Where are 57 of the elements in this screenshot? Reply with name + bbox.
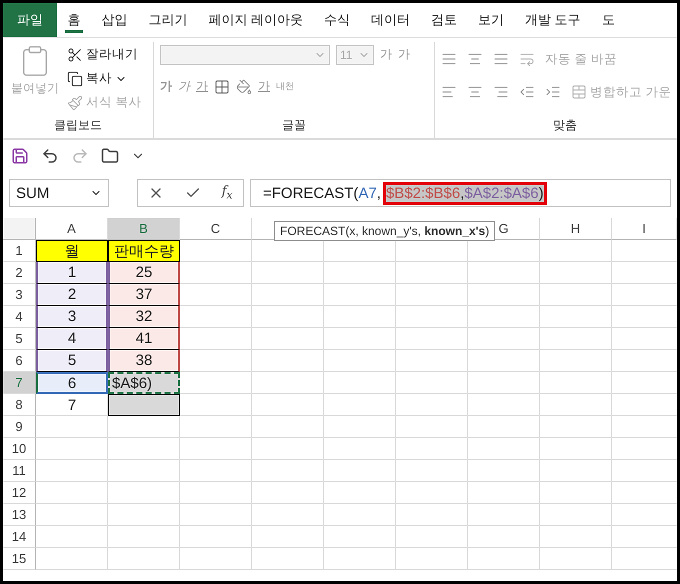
borders-icon[interactable] [214,78,230,94]
ribbon-tab[interactable]: 삽입 [91,3,138,37]
ribbon-tab[interactable]: 홈 [57,3,91,37]
scissors-icon [67,46,83,62]
ribbon-tab[interactable]: 그리기 [138,3,198,37]
wrap-icon[interactable] [519,51,535,67]
formula-input[interactable]: =FORECAST(A7, $B$2:$B$6,$A$2:$A$6) [250,179,671,207]
table-cell: 3 [36,306,108,328]
ribbon-tab[interactable]: 도 [591,3,626,37]
bottom-align-icon[interactable] [493,51,509,67]
table-cell: 32 [108,306,180,328]
merge-cells-icon [571,84,587,100]
middle-align-icon[interactable] [467,51,483,67]
top-align-icon[interactable] [441,51,457,67]
table-cell: $A$6) [108,372,180,394]
ribbon-tab[interactable]: 개발 도구 [514,3,592,37]
indent-increase-icon[interactable] [545,84,561,100]
copy-icon [67,70,83,86]
cut-button[interactable]: 잘라내기 [67,44,142,65]
save-icon[interactable] [11,147,29,165]
row-header[interactable]: 7 [3,372,36,394]
align-left-icon[interactable] [441,84,457,100]
column-header[interactable]: B [108,218,180,240]
table-cell: 6 [36,372,108,394]
ribbon-tab[interactable]: 보기 [468,3,515,37]
table-cell-text: 7 [66,396,78,416]
redo-icon[interactable] [71,147,89,165]
align-center-icon[interactable] [467,84,483,100]
ribbon-tab[interactable]: 수식 [314,3,361,37]
ribbon-tab[interactable]: 검토 [420,3,468,37]
table-cell: 4 [36,328,108,350]
fill-color-icon[interactable] [236,78,252,94]
table-cell: 5 [36,350,108,372]
folder-icon[interactable] [101,147,119,165]
function-tooltip: FORECAST(x, known_y's, known_x's) [274,221,496,241]
table-cell: 판매수량 [108,240,180,262]
group-label: 클립보드 [53,117,103,134]
column-header[interactable]: I [612,218,677,240]
paintbrush-icon [67,94,83,110]
group-label: 맞춤 [552,117,578,134]
undo-icon[interactable] [41,147,59,165]
ribbon-tab[interactable]: 페이지 레이아웃 [198,3,314,37]
insert-function-button[interactable]: f$_{x}$ [222,184,233,202]
table-cell: 41 [108,328,180,350]
name-box[interactable]: SUM [9,179,109,207]
table-cell: 38 [108,350,180,372]
copy-button[interactable]: 복사 [67,68,142,89]
table-cell: 37 [108,284,180,306]
ribbon-tab[interactable]: 파일 [3,3,57,37]
group-label: 글꼴 [281,117,307,134]
table-cell: 월 [36,240,108,262]
table-cell: 1 [36,262,108,284]
align-right-icon[interactable] [493,84,509,100]
table-cell: 25 [108,262,180,284]
table-cell: 2 [36,284,108,306]
ribbon-tab[interactable]: 데이터 [360,3,421,37]
indent-decrease-icon[interactable] [519,84,535,100]
